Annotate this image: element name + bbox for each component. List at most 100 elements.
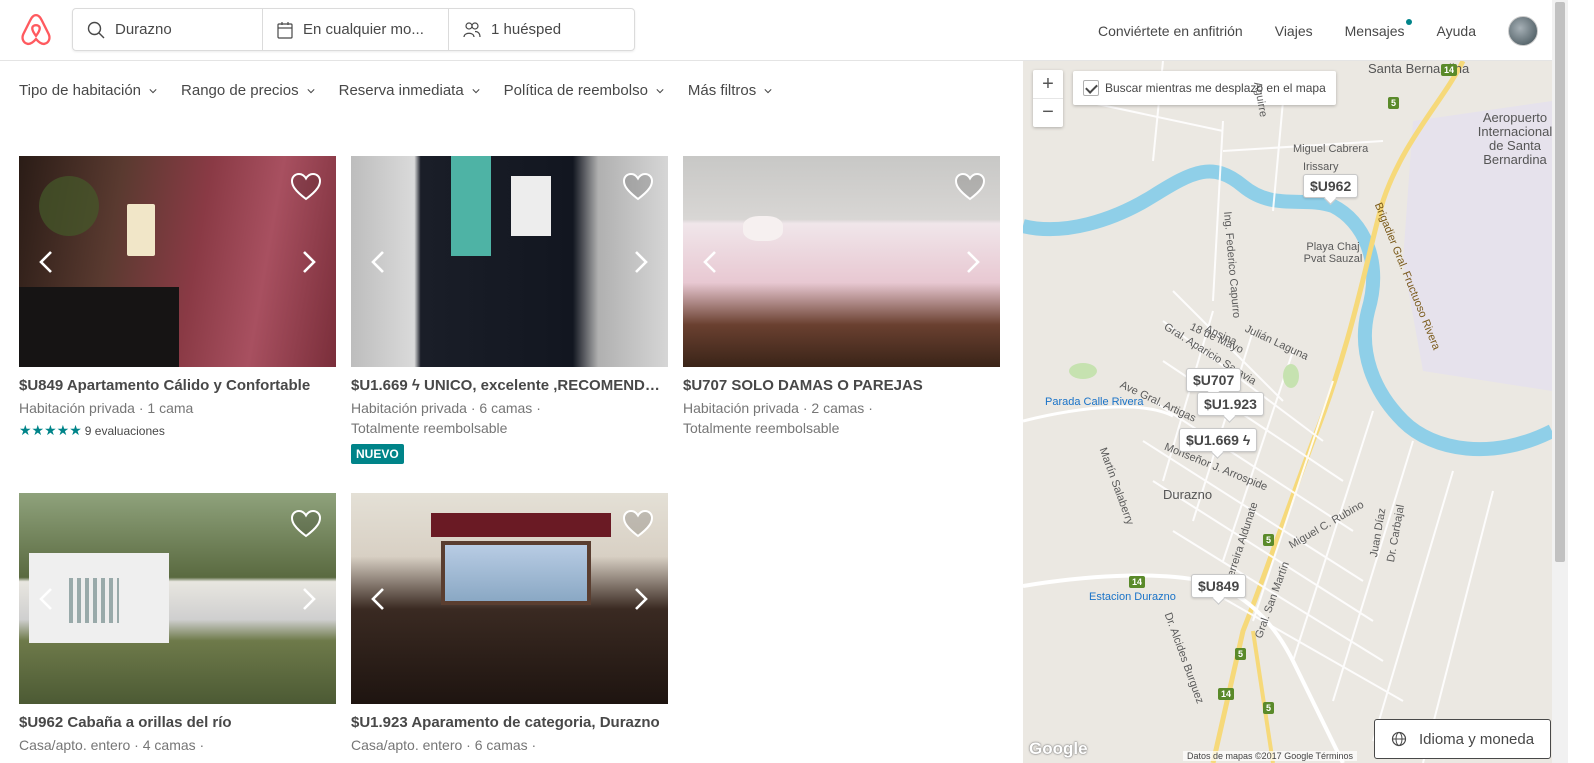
filter-price-range[interactable]: Rango de precios: [181, 82, 315, 99]
map-price-pin[interactable]: $U1.669 ϟ: [1179, 428, 1258, 452]
listing-photo[interactable]: [351, 493, 668, 704]
listing-card[interactable]: $U707 SOLO DAMAS O PAREJAS Habitación pr…: [683, 156, 1000, 438]
chevron-down-icon: [764, 88, 772, 93]
chevron-right-icon[interactable]: [294, 248, 322, 276]
filter-label: Rango de precios: [181, 82, 299, 99]
route-shield-icon: 5: [1263, 534, 1275, 546]
map-price-pin[interactable]: $U849: [1191, 574, 1247, 598]
google-logo: Google: [1029, 739, 1088, 758]
listing-photo[interactable]: [19, 156, 336, 367]
map-label: Aeropuerto Internacional de Santa Bernar…: [1477, 110, 1552, 167]
filter-more[interactable]: Más filtros: [688, 82, 772, 99]
filter-refund-policy[interactable]: Política de reembolso: [504, 82, 664, 99]
user-avatar[interactable]: [1508, 15, 1538, 46]
route-shield-icon: 5: [1235, 648, 1247, 660]
listing-photo[interactable]: [683, 156, 1000, 367]
listing-card[interactable]: $U1.669 ϟ UNICO, excelente ,RECOMENDADO …: [351, 156, 668, 464]
filter-room-type[interactable]: Tipo de habitación: [19, 82, 157, 99]
listing-title[interactable]: $U707 SOLO DAMAS O PAREJAS: [683, 377, 1000, 394]
search-as-move-label: Buscar mientras me desplazo en el mapa: [1105, 81, 1326, 95]
listing-title[interactable]: $U1.923 Aparamento de categoria, Durazno: [351, 714, 668, 731]
listing-details: Habitación privada · 2 camas · Totalment…: [683, 398, 1000, 438]
help-link[interactable]: Ayuda: [1437, 23, 1476, 39]
chevron-down-icon: [472, 88, 480, 93]
map[interactable]: + − Buscar mientras me desplazo en el ma…: [1023, 61, 1552, 763]
listing-refund: Totalmente reembolsable: [683, 420, 840, 436]
chevron-right-icon[interactable]: [294, 585, 322, 613]
listing-card[interactable]: $U1.923 Aparamento de categoria, Durazno…: [351, 493, 668, 755]
listing-details: Habitación privada · 1 cama: [19, 400, 194, 416]
route-shield-icon: 5: [1388, 97, 1400, 109]
search-bar: Durazno En cualquier mo... 1 huésped: [72, 8, 635, 51]
listing-title[interactable]: $U849 Apartamento Cálido y Confortable: [19, 377, 336, 394]
chevron-left-icon[interactable]: [33, 248, 61, 276]
heart-icon[interactable]: [290, 509, 322, 539]
listing-card[interactable]: $U962 Cabaña a orillas del río Casa/apto…: [19, 493, 336, 755]
new-badge: NUEVO: [351, 444, 404, 464]
map-label: Durazno: [1163, 487, 1213, 502]
page-scrollbar[interactable]: [1552, 0, 1568, 763]
map-label: Irissary: [1303, 161, 1339, 173]
map-copyright[interactable]: Datos de mapas ©2017 Google Términos: [1183, 751, 1358, 761]
search-as-move-toggle[interactable]: Buscar mientras me desplazo en el mapa: [1073, 71, 1336, 105]
chevron-right-icon[interactable]: [626, 248, 654, 276]
map-label: Estacion Durazno: [1089, 591, 1176, 603]
map-label: Parada Calle Rivera: [1045, 396, 1144, 408]
airbnb-logo-icon[interactable]: [19, 13, 53, 47]
scrollbar-thumb[interactable]: [1555, 2, 1565, 562]
listing-details: Casa/apto. entero · 4 camas ·: [19, 737, 205, 753]
listing-room-info: Habitación privada · 6 camas ·: [351, 400, 541, 416]
checkbox-checked-icon[interactable]: [1083, 80, 1099, 96]
guests-field[interactable]: 1 huésped: [448, 9, 634, 50]
listing-card[interactable]: $U849 Apartamento Cálido y Confortable H…: [19, 156, 336, 439]
map-price-pin[interactable]: $U707: [1186, 368, 1242, 392]
zoom-controls: + −: [1033, 70, 1063, 127]
route-shield-icon: 14: [1218, 688, 1235, 700]
map-label: Miguel Cabrera: [1293, 143, 1369, 155]
listing-title[interactable]: $U962 Cabaña a orillas del río: [19, 714, 336, 731]
globe-icon: [1391, 731, 1407, 747]
chevron-left-icon[interactable]: [365, 248, 393, 276]
listing-photo[interactable]: [19, 493, 336, 704]
route-shield-icon: 14: [1129, 576, 1146, 588]
date-value: En cualquier mo...: [303, 21, 424, 38]
review-count: 9 evaluaciones: [84, 423, 165, 438]
map-price-pin[interactable]: $U962: [1303, 174, 1359, 198]
zoom-in-button[interactable]: +: [1033, 70, 1063, 98]
heart-icon[interactable]: [954, 172, 986, 202]
listing-refund: Totalmente reembolsable: [351, 420, 508, 436]
filter-label: Política de reembolso: [503, 82, 648, 99]
chevron-left-icon[interactable]: [33, 585, 61, 613]
date-field[interactable]: En cualquier mo...: [262, 9, 448, 50]
chevron-down-icon: [307, 88, 315, 93]
chevron-left-icon[interactable]: [697, 248, 725, 276]
become-host-link[interactable]: Conviértete en anfitrión: [1098, 23, 1243, 39]
listing-details: Habitación privada · 6 camas · Totalment…: [351, 398, 668, 438]
heart-icon[interactable]: [290, 172, 322, 202]
location-value: Durazno: [115, 21, 172, 38]
filter-label: Reserva inmediata: [338, 82, 464, 99]
language-currency-label: Idioma y moneda: [1419, 730, 1535, 748]
heart-icon[interactable]: [622, 509, 654, 539]
filter-instant-book[interactable]: Reserva inmediata: [339, 82, 480, 99]
filter-label: Más filtros: [687, 82, 757, 99]
chevron-down-icon: [656, 88, 664, 93]
listing-rating: ★★★★★ 9 evaluaciones: [19, 422, 336, 439]
map-price-pin[interactable]: $U1.923: [1197, 392, 1264, 416]
location-field[interactable]: Durazno: [73, 9, 262, 50]
heart-icon[interactable]: [622, 172, 654, 202]
messages-link[interactable]: Mensajes: [1345, 18, 1412, 39]
zoom-out-button[interactable]: −: [1033, 98, 1063, 126]
top-header: Durazno En cualquier mo... 1 huésped Con…: [0, 0, 1552, 61]
listing-title[interactable]: $U1.669 ϟ UNICO, excelente ,RECOMENDADO: [351, 377, 668, 394]
route-shield-icon: 5: [1263, 702, 1275, 714]
chevron-left-icon[interactable]: [365, 585, 393, 613]
listing-photo[interactable]: [351, 156, 668, 367]
chevron-right-icon[interactable]: [958, 248, 986, 276]
chevron-right-icon[interactable]: [626, 585, 654, 613]
trips-link[interactable]: Viajes: [1275, 23, 1313, 39]
language-currency-button[interactable]: Idioma y moneda: [1374, 719, 1551, 759]
chevron-down-icon: [149, 88, 157, 93]
guests-value: 1 huésped: [491, 21, 562, 38]
map-label: Playa Chaj Pvat Sauzal: [1303, 241, 1363, 265]
